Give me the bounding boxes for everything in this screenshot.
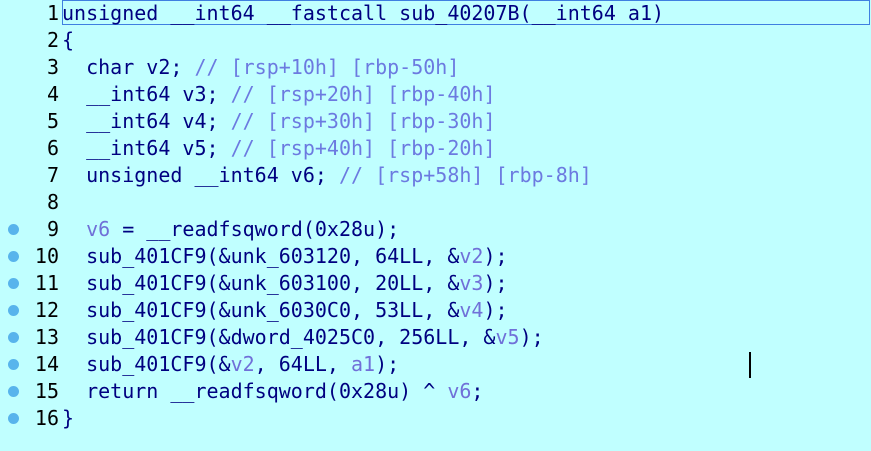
code-token: );	[483, 244, 508, 268]
code-text: sub_401CF9(&v2, 64LL, a1);	[62, 352, 399, 376]
breakpoint-dot-icon[interactable]	[8, 305, 19, 316]
code-line[interactable]: 2{	[0, 27, 871, 54]
line-number: 5	[46, 109, 59, 133]
code-token: , 64LL,	[254, 352, 351, 376]
code-token: __int64 v3;	[62, 82, 231, 106]
code-line[interactable]: 1 unsigned __int64 __fastcall sub_40207B(…	[0, 0, 871, 27]
code-variable[interactable]: v6	[86, 217, 110, 241]
code-token: return __readfsqword(0x28u) ^	[62, 379, 448, 403]
code-token: sub_401CF9(&unk_603120, 64LL, &	[62, 244, 460, 268]
code-text: v6 = __readfsqword(0x28u);	[62, 217, 399, 241]
code-line[interactable]: 5 __int64 v4; // [rsp+30h] [rbp-30h]	[0, 108, 871, 135]
code-token: );	[483, 298, 508, 322]
code-line[interactable]: 11 sub_401CF9(&unk_603100, 20LL, &v3);	[0, 270, 871, 297]
line-number: 13	[34, 325, 59, 349]
code-line[interactable]: 16}	[0, 405, 871, 432]
code-text: sub_401CF9(&unk_6030C0, 53LL, &v4);	[62, 298, 508, 322]
breakpoint-dot-icon[interactable]	[8, 224, 19, 235]
breakpoint-dot-icon[interactable]	[8, 278, 19, 289]
code-text: __int64 v4; // [rsp+30h] [rbp-30h]	[62, 109, 495, 133]
code-token: sub_401CF9(&unk_6030C0, 53LL, &	[62, 298, 460, 322]
code-variable[interactable]: v3	[459, 271, 483, 295]
breakpoint-dot-icon[interactable]	[8, 413, 19, 424]
code-text: __int64 v3; // [rsp+20h] [rbp-40h]	[62, 82, 495, 106]
code-token: sub_401CF9(&unk_603100, 20LL, &	[62, 271, 460, 295]
code-comment: // [rsp+58h] [rbp-8h]	[338, 163, 592, 187]
code-line[interactable]: 10 sub_401CF9(&unk_603120, 64LL, &v2);	[0, 243, 871, 270]
code-text: }	[62, 406, 74, 430]
code-token: = __readfsqword(0x28u);	[110, 217, 400, 241]
line-number: 10	[34, 244, 59, 268]
code-line[interactable]: 8	[0, 189, 871, 216]
line-number: 2	[46, 28, 59, 52]
code-line[interactable]: 12 sub_401CF9(&unk_6030C0, 53LL, &v4);	[0, 297, 871, 324]
code-token: char v2;	[62, 55, 195, 79]
code-token: );	[483, 271, 508, 295]
code-line[interactable]: 14 sub_401CF9(&v2, 64LL, a1);	[0, 351, 871, 378]
code-token: );	[375, 352, 400, 376]
pseudocode-view[interactable]: 1 unsigned __int64 __fastcall sub_40207B(…	[0, 0, 871, 451]
code-variable[interactable]: v2	[459, 244, 483, 268]
code-comment: // [rsp+30h] [rbp-30h]	[230, 109, 496, 133]
line-number: 3	[46, 55, 59, 79]
code-line[interactable]: 3 char v2; // [rsp+10h] [rbp-50h]	[0, 54, 871, 81]
code-variable[interactable]: v4	[459, 298, 483, 322]
code-text: unsigned __int64 v6; // [rsp+58h] [rbp-8…	[62, 163, 592, 187]
code-token: }	[62, 406, 75, 430]
code-comment: // [rsp+20h] [rbp-40h]	[230, 82, 496, 106]
code-text: {	[62, 28, 74, 52]
code-token: );	[519, 325, 544, 349]
code-line[interactable]: 7 unsigned __int64 v6; // [rsp+58h] [rbp…	[0, 162, 871, 189]
line-number: 12	[34, 298, 59, 322]
code-line[interactable]: 4 __int64 v3; // [rsp+20h] [rbp-40h]	[0, 81, 871, 108]
code-variable[interactable]: a1	[351, 352, 375, 376]
code-comment: // [rsp+40h] [rbp-20h]	[230, 136, 496, 160]
code-line[interactable]: 15 return __readfsqword(0x28u) ^ v6;	[0, 378, 871, 405]
code-token: __int64 v4;	[62, 109, 231, 133]
line-number: 14	[34, 352, 59, 376]
code-token: unsigned __int64 __fastcall sub_40207B(_…	[62, 1, 665, 25]
code-token: {	[62, 28, 75, 52]
code-text: sub_401CF9(&unk_603100, 20LL, &v3);	[62, 271, 508, 295]
breakpoint-dot-icon[interactable]	[8, 386, 19, 397]
code-text: char v2; // [rsp+10h] [rbp-50h]	[62, 55, 459, 79]
code-token: unsigned __int64 v6;	[62, 163, 339, 187]
code-line[interactable]: 6 __int64 v5; // [rsp+40h] [rbp-20h]	[0, 135, 871, 162]
line-number: 8	[46, 190, 59, 214]
text-cursor	[749, 352, 751, 378]
line-number: 7	[46, 163, 59, 187]
line-number: 6	[46, 136, 59, 160]
code-line[interactable]: 13 sub_401CF9(&dword_4025C0, 256LL, &v5)…	[0, 324, 871, 351]
line-number: 1	[46, 1, 59, 25]
code-line[interactable]: 9 v6 = __readfsqword(0x28u);	[0, 216, 871, 243]
code-variable[interactable]: v2	[231, 352, 255, 376]
code-text: return __readfsqword(0x28u) ^ v6;	[62, 379, 483, 403]
breakpoint-dot-icon[interactable]	[8, 359, 19, 370]
code-token: __int64 v5;	[62, 136, 231, 160]
code-text: __int64 v5; // [rsp+40h] [rbp-20h]	[62, 136, 495, 160]
code-variable[interactable]: v6	[447, 379, 471, 403]
line-number: 4	[46, 82, 59, 106]
line-number: 15	[34, 379, 59, 403]
code-comment: // [rsp+10h] [rbp-50h]	[194, 55, 460, 79]
code-token: sub_401CF9(&dword_4025C0, 256LL, &	[62, 325, 496, 349]
breakpoint-dot-icon[interactable]	[8, 251, 19, 262]
code-variable[interactable]: v5	[495, 325, 519, 349]
code-token: sub_401CF9(&	[62, 352, 231, 376]
line-number: 9	[46, 217, 59, 241]
code-text: sub_401CF9(&dword_4025C0, 256LL, &v5);	[62, 325, 544, 349]
breakpoint-dot-icon[interactable]	[8, 332, 19, 343]
code-token: ;	[471, 379, 484, 403]
line-number: 16	[34, 406, 59, 430]
line-number: 11	[34, 271, 59, 295]
code-text: sub_401CF9(&unk_603120, 64LL, &v2);	[62, 244, 508, 268]
code-text: unsigned __int64 __fastcall sub_40207B(_…	[62, 1, 664, 25]
